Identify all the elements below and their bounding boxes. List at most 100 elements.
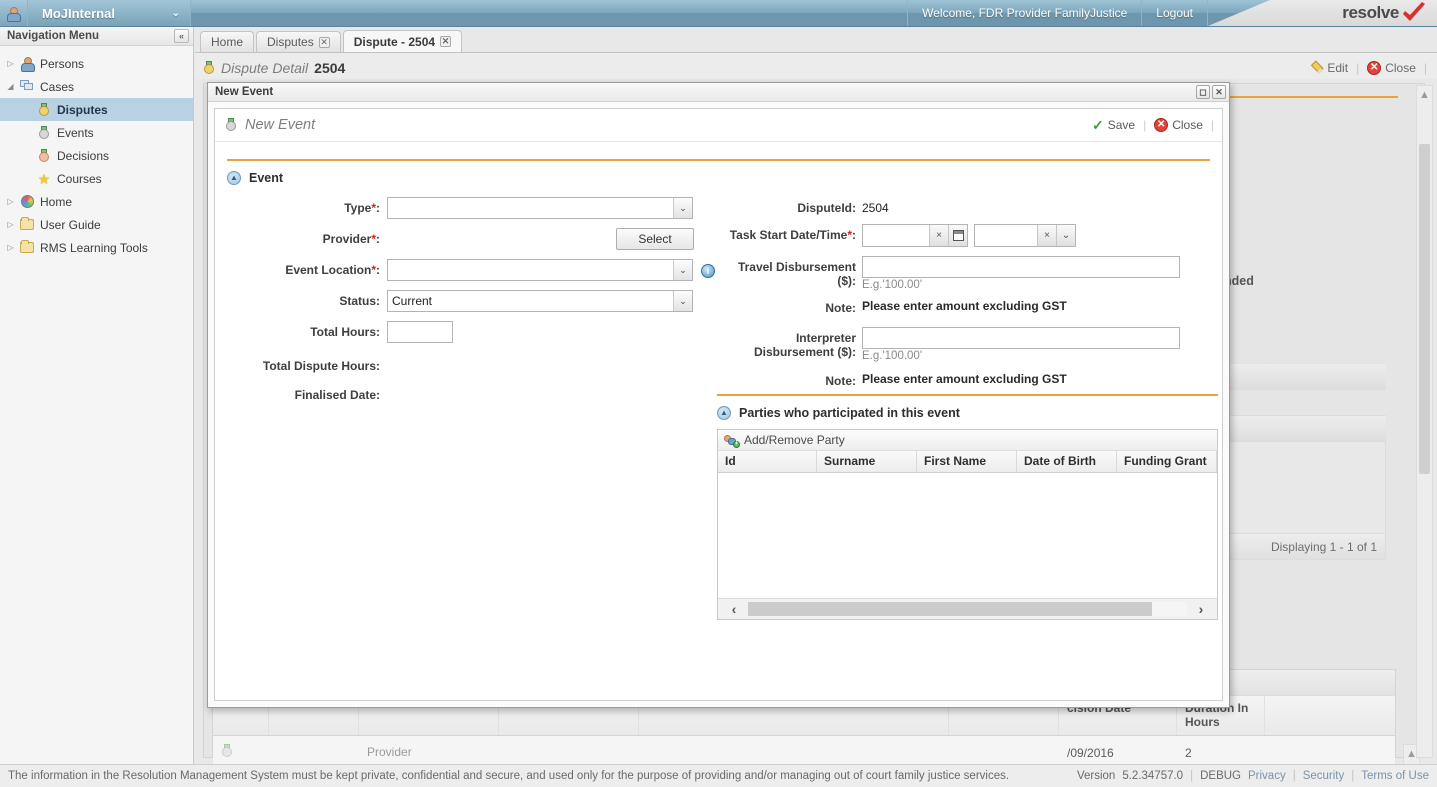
sidebar-item-courses[interactable]: ★ Courses [0,167,193,190]
table-row[interactable]: Provider /09/2016 2 [213,736,1395,764]
sidebar-item-rms-learning-tools[interactable]: ▷ RMS Learning Tools [0,236,193,259]
paging-label: Displaying 1 - 1 of 1 [1270,539,1377,554]
field-control: E.g.'100.00' [862,256,1218,291]
chevron-down-icon[interactable]: ⌄ [673,260,692,280]
tab-home[interactable]: Home [200,31,255,52]
security-link[interactable]: Security [1303,770,1345,782]
modal-title-bar[interactable]: New Event ◻ ✕ [208,83,1229,102]
clear-icon[interactable]: × [929,225,948,246]
row-decision-date: /09/2016 [1067,745,1114,760]
label-text: Total Dispute Hours [262,359,376,373]
sidebar-item-persons[interactable]: ▷ Persons [0,52,193,75]
add-remove-party-button[interactable]: Add/Remove Party [744,433,845,447]
collapse-nav-icon[interactable]: « [174,29,189,43]
chevron-down-icon[interactable]: ⌄ [673,291,692,311]
close-button[interactable]: ✕ Close [1367,60,1416,75]
parties-grid-body [718,473,1217,598]
section-header-parties[interactable]: ▲ Parties who participated in this event [717,406,1218,420]
travel-disbursement-input[interactable] [862,256,1180,278]
scroll-left-icon[interactable]: ‹ [720,602,748,616]
expander-icon[interactable]: ▷ [4,220,17,229]
app-title-label: MoJInternal [42,5,115,21]
version-label: Version [1076,770,1116,782]
tab-disputes[interactable]: Disputes ✕ [256,31,341,52]
dispute-id-value: 2504 [862,201,889,215]
close-icon[interactable]: ✕ [1212,85,1226,99]
scroll-thumb[interactable] [748,602,1152,616]
column-header-date-of-birth[interactable]: Date of Birth [1017,451,1117,472]
field-provider: Provider*: Select [227,228,715,250]
column-header-id[interactable]: Id [718,451,817,472]
sidebar-item-label: Courses [57,171,102,186]
section-title-label: Event [249,171,284,185]
page-vertical-scrollbar[interactable]: ▲ [1416,85,1433,758]
home-icon [6,6,21,22]
sidebar-item-cases[interactable]: ◢ Cases [0,75,193,98]
parties-horizontal-scrollbar[interactable]: ‹ › [718,598,1217,619]
field-label: Provider*: [322,232,380,246]
app-title-dropdown[interactable]: MoJInternal ⌄ [28,0,191,26]
expander-icon[interactable]: ◢ [4,82,17,91]
sidebar-item-events[interactable]: Events [0,121,193,144]
field-label: Event Location*: [285,263,380,277]
type-select[interactable] [387,197,693,219]
home-button[interactable] [0,0,28,26]
new-event-dialog: New Event ◻ ✕ New Event ✓ Save | ✕ Close… [207,82,1230,708]
scroll-right-icon[interactable]: › [1187,602,1215,616]
logout-link[interactable]: Logout [1141,0,1207,26]
close-icon[interactable]: ✕ [318,36,330,48]
form-area: ▲ Event Type*: ⌄ Provider*: Select Event… [215,142,1222,700]
expander-icon[interactable]: ▷ [4,59,17,68]
clear-icon[interactable]: × [1037,225,1056,246]
calendar-icon[interactable] [948,225,967,246]
column-header-surname[interactable]: Surname [817,451,917,472]
info-icon[interactable]: i [701,264,715,278]
close-icon[interactable]: ✕ [440,36,452,47]
scroll-up-icon[interactable]: ▲ [1417,86,1432,103]
save-button[interactable]: ✓ Save [1092,118,1135,132]
sidebar-item-user-guide[interactable]: ▷ User Guide [0,213,193,236]
label-text-line2: Disbursement ($): [753,345,856,359]
status-select[interactable] [387,290,693,312]
sidebar-item-decisions[interactable]: Decisions [0,144,193,167]
person-icon [17,56,37,72]
field-label: Total Hours: [310,325,380,339]
expander-icon[interactable]: ▷ [4,243,17,252]
column-header-funding-grant[interactable]: Funding Grant [1117,451,1217,472]
sidebar-item-home[interactable]: ▷ Home [0,190,193,213]
terms-link[interactable]: Terms of Use [1361,770,1429,782]
collapse-icon[interactable]: ▲ [717,406,731,420]
total-hours-input[interactable] [387,321,453,343]
tab-dispute-2504[interactable]: Dispute - 2504 ✕ [342,30,463,52]
privacy-link[interactable]: Privacy [1248,770,1286,782]
section-rule [227,159,1210,161]
chevron-down-icon[interactable]: ⌄ [673,198,692,218]
provider-select-button[interactable]: Select [616,228,694,250]
column-header-first-name[interactable]: First Name [917,451,1017,472]
task-start-time-input[interactable] [975,225,1037,246]
chevron-down-icon[interactable]: ⌄ [1056,225,1075,246]
sidebar-item-disputes[interactable]: Disputes [0,98,193,121]
field-label: Interpreter Disbursement ($): [717,327,862,359]
cancel-button[interactable]: ✕ Close [1154,118,1203,132]
maximize-icon[interactable]: ◻ [1196,85,1210,99]
label-text: Travel Disbursement ($) [737,260,856,288]
label-text: Note [825,374,852,388]
scroll-thumb[interactable] [1419,144,1430,474]
expander-icon[interactable]: ▷ [4,197,17,206]
label-text: Note [825,301,852,315]
edit-button[interactable]: Edit [1310,61,1348,75]
interpreter-disbursement-input[interactable] [862,327,1180,349]
modal-header: New Event ✓ Save | ✕ Close | [215,109,1222,142]
globe-icon [17,195,37,208]
label-text: Total Hours [310,325,376,339]
event-location-select[interactable] [387,259,693,281]
task-start-date-input[interactable] [863,225,929,246]
folder-icon [17,240,37,253]
scroll-track[interactable] [748,602,1187,616]
section-header-event[interactable]: ▲ Event [227,171,1210,185]
debug-label: DEBUG [1200,770,1241,782]
collapse-icon[interactable]: ▲ [227,171,241,185]
form-columns: Type*: ⌄ Provider*: Select Event Locatio… [227,197,1218,620]
field-dispute-id: DisputeId: 2504 [717,197,1218,215]
